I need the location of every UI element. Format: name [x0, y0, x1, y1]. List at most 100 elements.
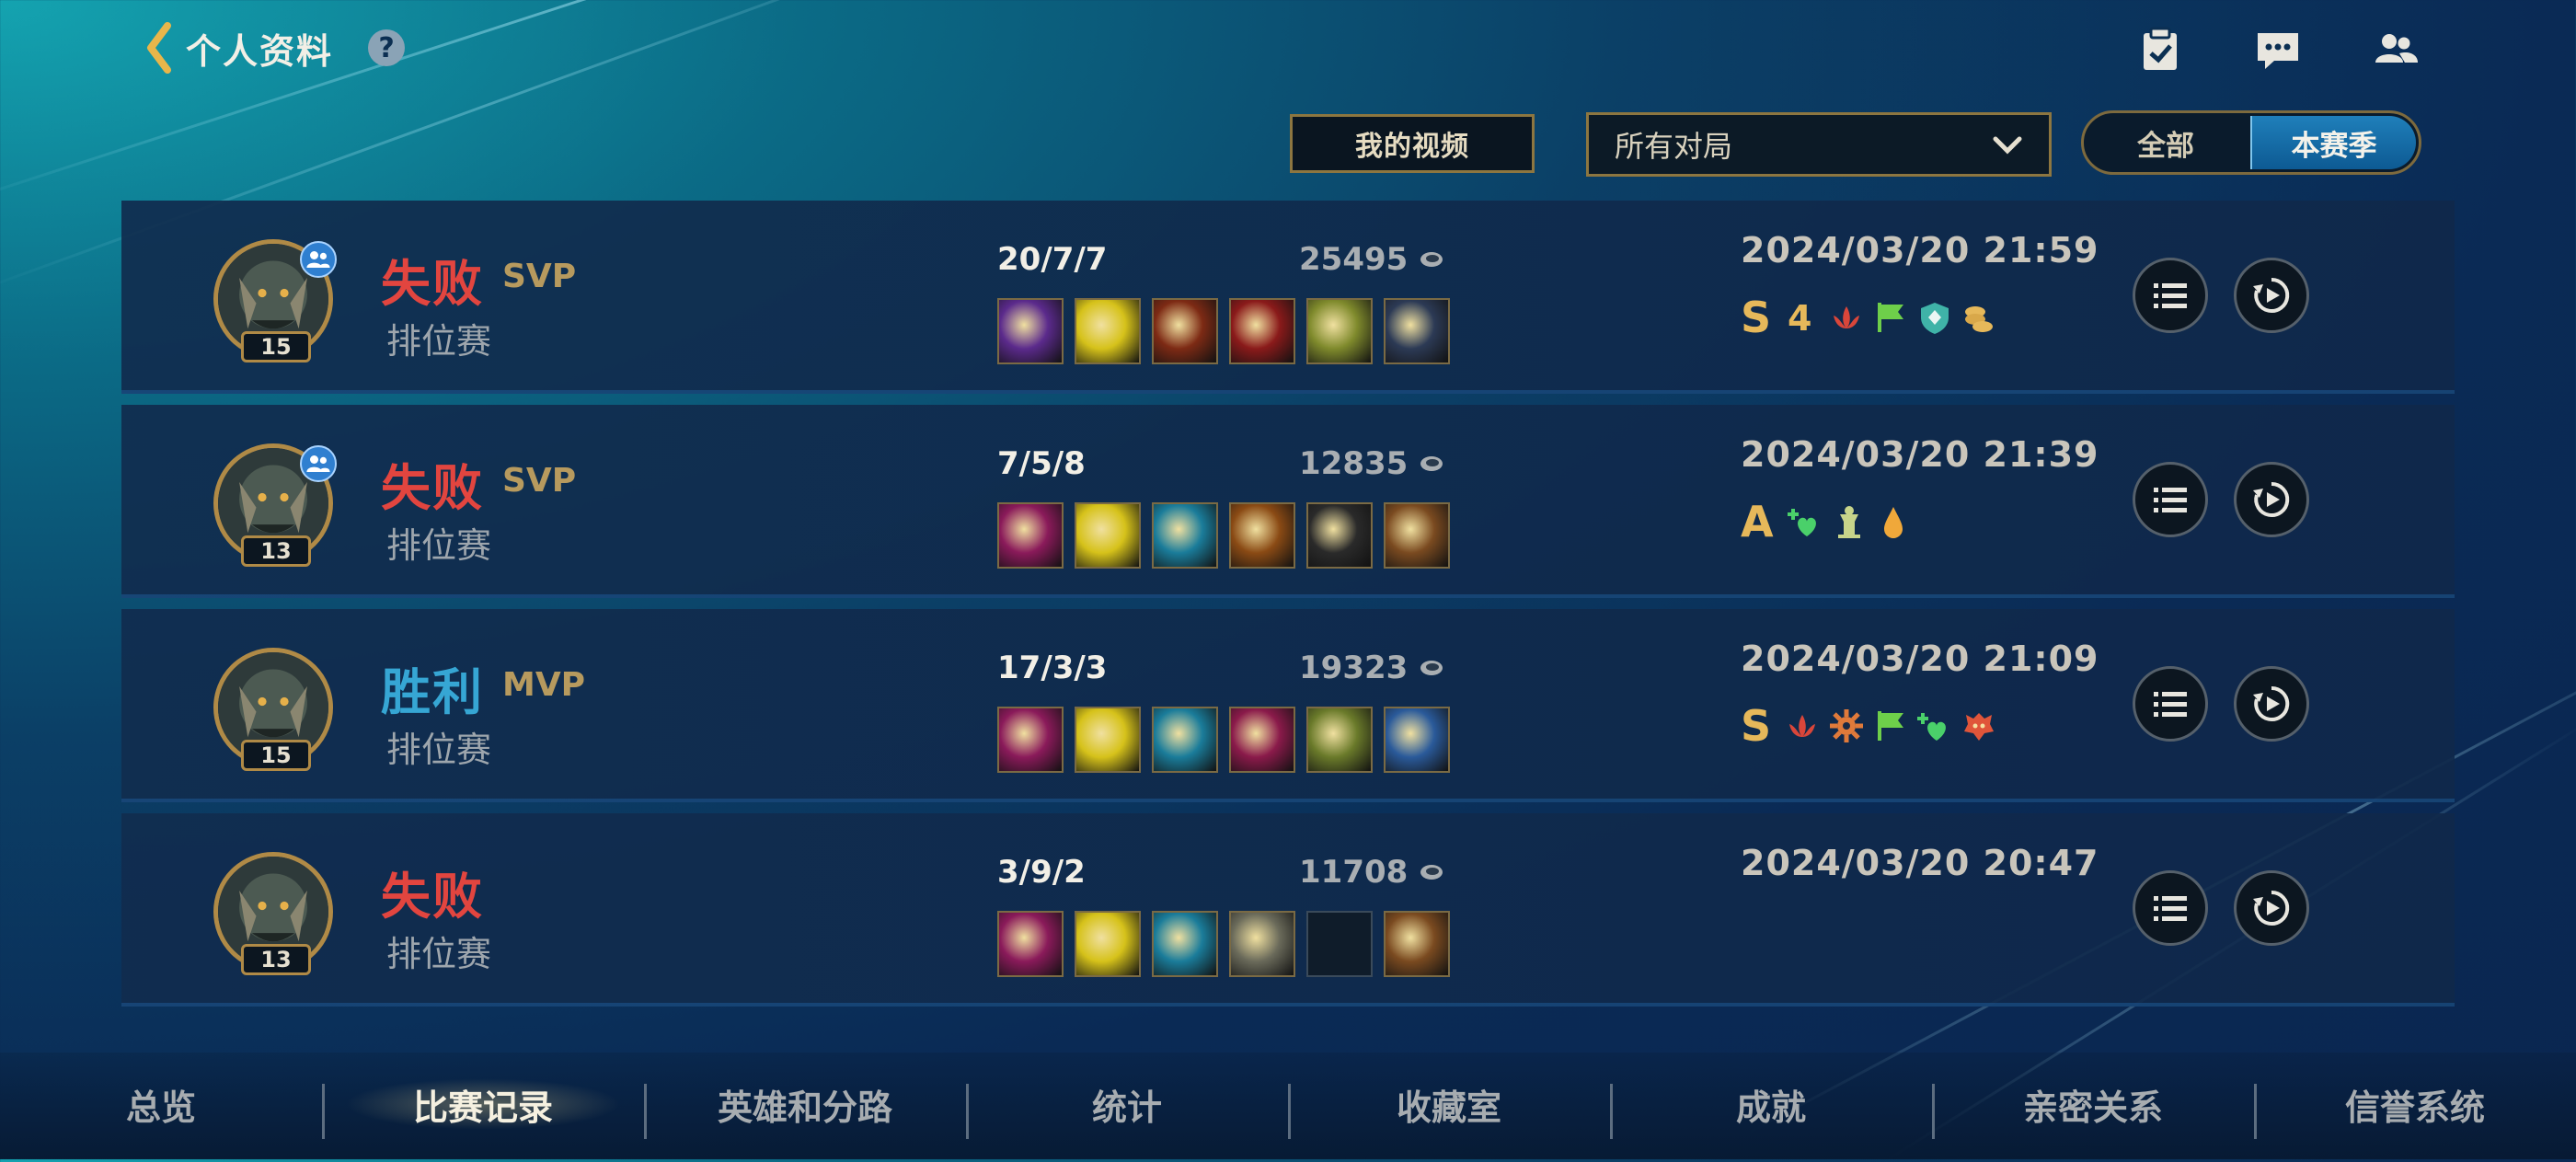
item-slot-empty — [1306, 911, 1373, 977]
match-detail-button[interactable] — [2133, 666, 2208, 742]
coins-icon — [1965, 306, 1994, 332]
item-slot[interactable] — [1306, 707, 1373, 773]
tab-1[interactable]: 比赛记录 — [345, 1078, 621, 1130]
item-slot[interactable] — [1152, 707, 1218, 773]
match-row[interactable]: 15 失败 SVP 排位赛 20/7/7 25495 2024/03/20 21… — [121, 201, 2455, 394]
match-detail-button[interactable] — [2133, 258, 2208, 333]
four-kill-icon: 4 — [1788, 299, 1811, 336]
help-icon[interactable]: ? — [368, 29, 406, 66]
my-videos-button[interactable]: 我的视频 — [1290, 114, 1535, 173]
item-slot[interactable] — [1075, 502, 1141, 569]
tab-divider — [966, 1084, 969, 1139]
match-detail-button[interactable] — [2133, 462, 2208, 537]
match-type-dropdown[interactable]: 所有对局 — [1586, 112, 2052, 177]
match-list: 15 失败 SVP 排位赛 20/7/7 25495 2024/03/20 21… — [121, 201, 2455, 1018]
performance-rank: SVP — [502, 462, 577, 500]
replay-icon — [2253, 685, 2290, 721]
kda: 17/3/3 — [997, 650, 1108, 686]
item-slot[interactable] — [1306, 298, 1373, 364]
task-checklist-icon[interactable] — [2136, 26, 2184, 74]
item-slot[interactable] — [997, 911, 1064, 977]
tab-divider — [644, 1084, 647, 1139]
item-slot[interactable] — [997, 298, 1064, 364]
drop-icon — [1883, 507, 1903, 538]
item-slot[interactable] — [1384, 502, 1450, 569]
grade-badge: S — [1741, 701, 1772, 751]
achievement-badges: S4 — [1741, 293, 1997, 342]
season-toggle[interactable]: 全部 本赛季 — [2081, 110, 2421, 175]
party-icon — [300, 241, 337, 278]
replay-button[interactable] — [2234, 462, 2309, 537]
chevron-down-icon — [1993, 136, 2022, 155]
item-slot[interactable] — [1075, 298, 1141, 364]
achievement-badges: A — [1741, 497, 1912, 546]
item-slot[interactable] — [1075, 911, 1141, 977]
item-slot[interactable] — [1075, 707, 1141, 773]
item-slot[interactable] — [1229, 502, 1295, 569]
item-slot[interactable] — [1384, 298, 1450, 364]
replay-icon — [2253, 481, 2290, 517]
gold-value: 11708 — [1299, 854, 1409, 891]
tab-4[interactable]: 收藏室 — [1311, 1078, 1587, 1130]
gold-value: 25495 — [1299, 241, 1409, 278]
tab-6[interactable]: 亲密关系 — [1955, 1078, 2231, 1130]
item-slot[interactable] — [1229, 298, 1295, 364]
item-slot[interactable] — [997, 707, 1064, 773]
item-slot[interactable] — [997, 502, 1064, 569]
match-time: 2024/03/20 21:39 — [1741, 434, 2099, 475]
item-build — [997, 502, 1450, 569]
tab-7[interactable]: 信誉系统 — [2277, 1078, 2553, 1130]
match-time: 2024/03/20 21:09 — [1741, 639, 2099, 679]
friends-icon[interactable] — [2372, 26, 2420, 74]
tab-divider — [322, 1084, 325, 1139]
item-slot[interactable] — [1384, 911, 1450, 977]
item-slot[interactable] — [1152, 298, 1218, 364]
tab-divider — [1932, 1084, 1935, 1139]
replay-button[interactable] — [2234, 666, 2309, 742]
item-slot[interactable] — [1229, 911, 1295, 977]
list-icon — [2154, 896, 2187, 921]
heal-icon — [1787, 509, 1816, 536]
game-mode: 排位赛 — [386, 934, 492, 974]
replay-button[interactable] — [2234, 870, 2309, 946]
match-detail-button[interactable] — [2133, 870, 2208, 946]
item-slot[interactable] — [1152, 502, 1218, 569]
item-slot[interactable] — [1152, 911, 1218, 977]
gold-value: 12835 — [1299, 445, 1409, 482]
match-row[interactable]: 15 胜利 MVP 排位赛 17/3/3 19323 2024/03/20 21… — [121, 609, 2455, 802]
shield-icon — [1921, 303, 1949, 334]
champion-level: 13 — [241, 944, 311, 975]
gold-earned: 12835 — [1299, 445, 1444, 482]
toggle-current-season[interactable]: 本赛季 — [2250, 116, 2416, 169]
item-build — [997, 298, 1450, 364]
performance-rank: SVP — [502, 258, 577, 295]
match-row[interactable]: 13 失败 排位赛 3/9/2 11708 2024/03/20 20:47 — [121, 813, 2455, 1007]
heal-icon — [1917, 713, 1947, 741]
back-button[interactable]: 个人资料 ? — [145, 22, 406, 74]
toggle-all[interactable]: 全部 — [2084, 113, 2248, 172]
item-build — [997, 911, 1450, 977]
tab-0[interactable]: 总览 — [23, 1078, 299, 1130]
tab-2[interactable]: 英雄和分路 — [667, 1078, 943, 1130]
match-result: 失败 — [381, 868, 484, 926]
item-slot[interactable] — [1306, 502, 1373, 569]
item-build — [997, 707, 1450, 773]
tab-3[interactable]: 统计 — [989, 1078, 1265, 1130]
kda: 20/7/7 — [997, 241, 1108, 278]
item-slot[interactable] — [1229, 707, 1295, 773]
replay-icon — [2253, 277, 2290, 313]
gold-icon — [1420, 865, 1443, 880]
match-row[interactable]: 13 失败 SVP 排位赛 7/5/8 12835 2024/03/20 21:… — [121, 405, 2455, 598]
kda: 3/9/2 — [997, 854, 1086, 891]
match-result: 失败 — [381, 255, 484, 313]
gold-icon — [1420, 456, 1443, 471]
performance-rank: MVP — [502, 666, 586, 704]
match-type-selected: 所有对局 — [1615, 129, 1733, 164]
tab-5[interactable]: 成就 — [1633, 1078, 1909, 1130]
replay-icon — [2253, 890, 2290, 926]
item-slot[interactable] — [1384, 707, 1450, 773]
chat-icon[interactable] — [2254, 26, 2302, 74]
grade-badge: S — [1741, 293, 1772, 342]
gold-earned: 11708 — [1299, 854, 1444, 891]
replay-button[interactable] — [2234, 258, 2309, 333]
